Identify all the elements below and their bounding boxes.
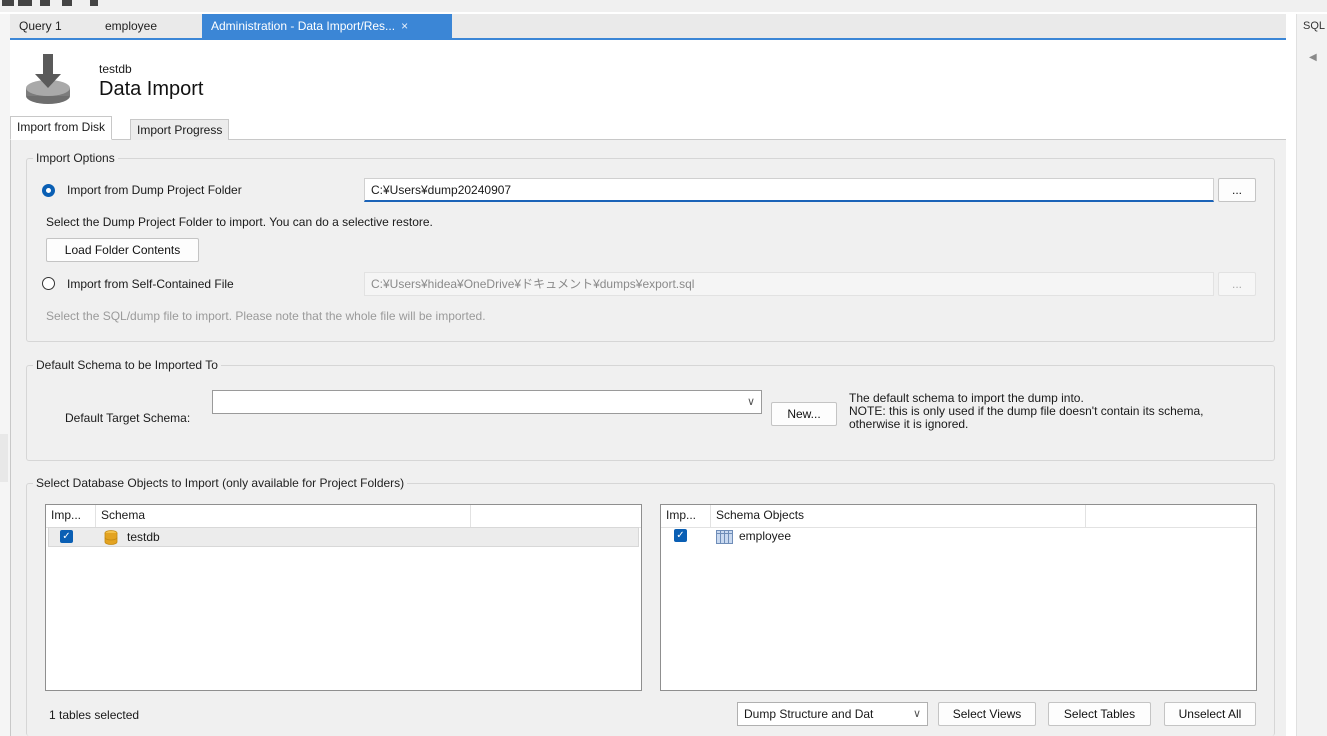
tab-label: employee <box>105 19 158 33</box>
dump-folder-radio[interactable] <box>42 184 55 197</box>
self-file-hint: Select the SQL/dump file to import. Plea… <box>46 309 486 323</box>
select-views-button[interactable]: Select Views <box>938 702 1036 726</box>
new-schema-button[interactable]: New... <box>771 402 837 426</box>
select-tables-button[interactable]: Select Tables <box>1048 702 1151 726</box>
list-header: Imp... Schema <box>46 505 641 528</box>
self-contained-file-radio[interactable] <box>42 277 55 290</box>
column-header-schema[interactable]: Schema <box>96 505 471 527</box>
page-title: Data Import <box>99 78 204 100</box>
default-schema-group: Default Schema to be Imported To Default… <box>26 358 1275 461</box>
chevron-down-icon: ∨ <box>912 708 921 720</box>
toolbar-icon[interactable] <box>40 0 50 6</box>
selection-status: 1 tables selected <box>49 708 140 722</box>
tab-query-1[interactable]: Query 1 <box>10 14 82 38</box>
tab-import-from-disk[interactable]: Import from Disk <box>10 116 113 140</box>
tab-label: Administration - Data Import/Res... <box>211 19 396 33</box>
group-title: Import Options <box>33 151 118 165</box>
schema-note-line: otherwise it is ignored. <box>849 417 969 431</box>
collapse-arrow-icon[interactable]: ◀ <box>1309 52 1317 63</box>
toolbar-icon[interactable] <box>62 0 72 6</box>
dump-folder-label[interactable]: Import from Dump Project Folder <box>67 183 242 197</box>
column-header-import[interactable]: Imp... <box>46 505 96 527</box>
unselect-all-button[interactable]: Unselect All <box>1164 702 1256 726</box>
browse-folder-button[interactable]: ... <box>1218 178 1256 202</box>
sql-panel-label[interactable]: SQL <box>1303 20 1325 32</box>
editor-tab-strip: Query 1 employee Administration - Data I… <box>10 14 1286 40</box>
dump-type-value: Dump Structure and Dat <box>744 707 874 721</box>
database-icon <box>104 530 118 545</box>
import-options-group: Import Options Import from Dump Project … <box>26 151 1275 342</box>
self-contained-file-label[interactable]: Import from Self-Contained File <box>67 277 234 291</box>
schema-name: testdb <box>99 62 132 76</box>
toolbar-icon[interactable] <box>2 0 14 6</box>
target-schema-select[interactable]: ∨ <box>212 390 762 414</box>
close-icon[interactable]: × <box>401 19 408 33</box>
folder-hint: Select the Dump Project Folder to import… <box>46 215 433 229</box>
list-item[interactable]: ✓ testdb <box>48 527 639 547</box>
checkbox-checked-icon[interactable]: ✓ <box>60 530 73 543</box>
toolbar-strip <box>0 0 1327 12</box>
column-header-schema-objects[interactable]: Schema Objects <box>711 505 1086 527</box>
subtab-label: Import Progress <box>137 123 223 137</box>
column-header-import[interactable]: Imp... <box>661 505 711 527</box>
group-title: Default Schema to be Imported To <box>33 358 221 372</box>
edge-marker <box>0 434 8 482</box>
chevron-down-icon: ∨ <box>746 396 755 408</box>
list-header: Imp... Schema Objects <box>661 505 1256 528</box>
tab-label: Query 1 <box>19 19 62 33</box>
subtab-label: Import from Disk <box>17 120 106 134</box>
sql-side-panel: SQL ◀ <box>1296 14 1327 736</box>
checkbox-checked-icon[interactable]: ✓ <box>674 529 687 542</box>
object-name-cell: employee <box>739 529 792 543</box>
tab-data-import[interactable]: Administration - Data Import/Res... × <box>202 14 452 38</box>
browse-file-button[interactable]: ... <box>1218 272 1256 296</box>
toolbar-icon[interactable] <box>18 0 32 6</box>
dump-folder-path-input[interactable]: C:¥Users¥dump20240907 <box>364 178 1214 202</box>
schema-list[interactable]: Imp... Schema ✓ testdb <box>45 504 642 691</box>
group-title: Select Database Objects to Import (only … <box>33 476 408 490</box>
import-from-disk-panel: Import Options Import from Dump Project … <box>10 140 1286 736</box>
download-disk-icon <box>26 54 70 104</box>
table-icon <box>716 530 733 544</box>
load-folder-contents-button[interactable]: Load Folder Contents <box>46 238 199 262</box>
left-edge <box>0 14 10 736</box>
subtab-bar: Import from Disk Import Progress <box>10 116 1286 141</box>
database-objects-group: Select Database Objects to Import (only … <box>26 476 1275 736</box>
tab-employee[interactable]: employee <box>96 14 202 38</box>
target-schema-label: Default Target Schema: <box>65 411 191 425</box>
toolbar-icon[interactable] <box>90 0 98 6</box>
schema-name-cell: testdb <box>127 530 160 544</box>
schema-note: The default schema to import the dump in… <box>849 392 1203 431</box>
list-item[interactable]: ✓ employee <box>663 527 1254 547</box>
self-contained-file-input[interactable]: C:¥Users¥hidea¥OneDrive¥ドキュメント¥dumps¥exp… <box>364 272 1214 296</box>
dump-type-select[interactable]: Dump Structure and Dat ∨ <box>737 702 928 726</box>
schema-objects-list[interactable]: Imp... Schema Objects ✓ employee <box>660 504 1257 691</box>
tab-import-progress[interactable]: Import Progress <box>130 119 230 141</box>
